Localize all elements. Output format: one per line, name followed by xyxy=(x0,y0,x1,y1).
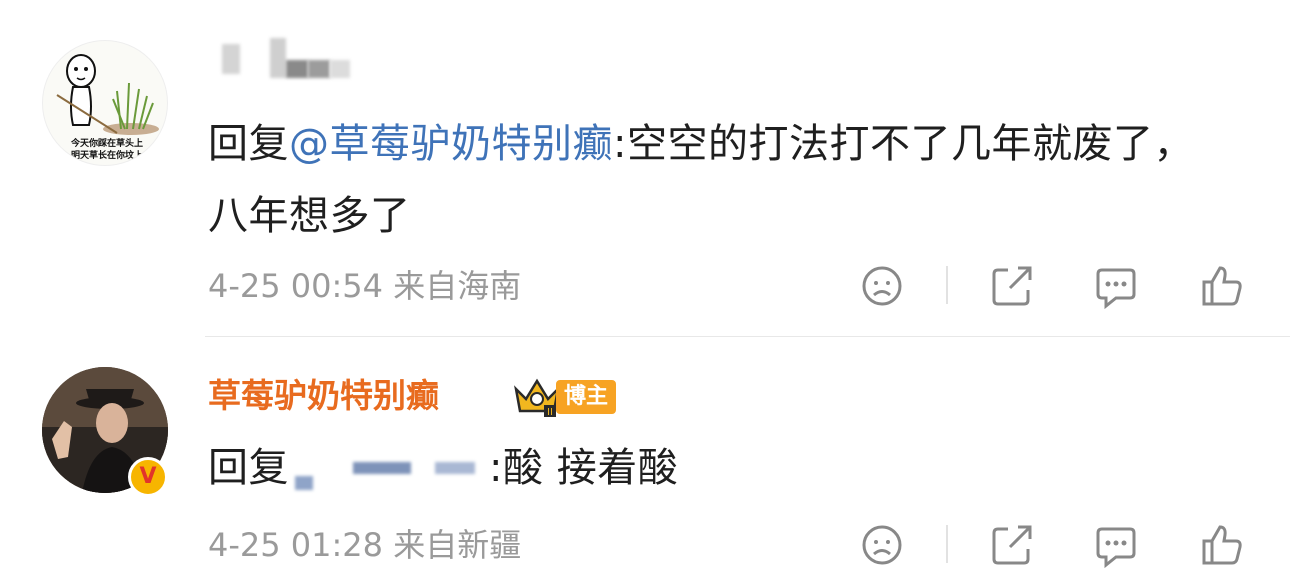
comment-actions xyxy=(850,515,1270,575)
avatar-caption: 今天你踩在草头上 明天草长在你坟上 xyxy=(70,139,143,161)
reply-prefix: 回复 xyxy=(208,121,289,167)
comment-text: 回复@草莓驴奶特别癫:空空的打法打不了几年就废了，八年想多了 xyxy=(208,108,1228,252)
sad-face-icon[interactable] xyxy=(858,521,906,569)
action-divider xyxy=(946,266,948,304)
role-badge: 博主 xyxy=(556,380,617,414)
thumbs-up-icon[interactable] xyxy=(1198,521,1246,569)
svg-text:II: II xyxy=(547,407,553,418)
reply-prefix: 回复 xyxy=(208,445,289,491)
mention-link[interactable]: @草莓驴奶特别癫 xyxy=(289,121,613,167)
share-icon[interactable] xyxy=(988,521,1036,569)
comment-body: :酸 接着酸 xyxy=(489,445,679,491)
share-icon[interactable] xyxy=(988,262,1036,310)
comment-location: 来自新疆 xyxy=(393,526,522,564)
avatar[interactable]: 今天你踩在草头上 明天草长在你坟上 xyxy=(42,40,168,166)
comment-item: V 草莓驴奶特别癫 II 博主 回复 :酸 接着酸 4-25 01:28 来自新疆 xyxy=(0,337,1290,587)
comment-actions xyxy=(850,256,1270,316)
verified-badge: V xyxy=(128,457,168,497)
comment-text: 回复 :酸 接着酸 xyxy=(208,432,1228,504)
crown-icon: II xyxy=(512,375,562,419)
comment-time: 4-25 00:54 xyxy=(208,267,384,305)
sad-face-icon[interactable] xyxy=(858,262,906,310)
thumbs-up-icon[interactable] xyxy=(1198,262,1246,310)
comment-icon[interactable] xyxy=(1092,262,1140,310)
comment-meta: 4-25 01:28 来自新疆 xyxy=(208,525,521,565)
comment-icon[interactable] xyxy=(1092,521,1140,569)
mention-redacted xyxy=(289,450,489,490)
comment-meta: 4-25 00:54 来自海南 xyxy=(208,266,521,306)
username[interactable]: 草莓驴奶特别癫 xyxy=(208,371,439,421)
comment-location: 来自海南 xyxy=(393,267,522,305)
comment-time: 4-25 01:28 xyxy=(208,526,384,564)
comment-item: 今天你踩在草头上 明天草长在你坟上 回复@草莓驴奶特别癫:空空的打法打不了几年就… xyxy=(0,0,1290,336)
action-divider xyxy=(946,525,948,563)
